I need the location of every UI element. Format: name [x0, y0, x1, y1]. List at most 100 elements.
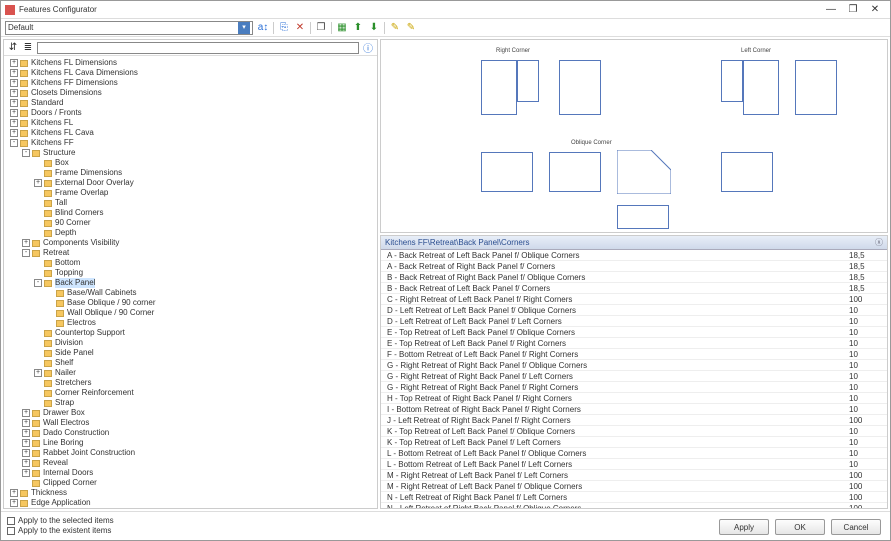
grid-row[interactable]: N - Left Retreat of Right Back Panel f/ …	[381, 503, 887, 508]
grid-row[interactable]: J - Left Retreat of Right Back Panel f/ …	[381, 415, 887, 426]
tree-node[interactable]: Base/Wall Cabinets	[8, 288, 373, 298]
tree-view-icon[interactable]: ⇵	[7, 42, 19, 54]
toolbar-icon-6[interactable]: ⬇	[368, 22, 380, 34]
toolbar-icon-5[interactable]: ⬆	[352, 22, 364, 34]
toolbar-icon-8[interactable]: ✎	[405, 22, 417, 34]
tree-node[interactable]: +Wall Electros	[8, 418, 373, 428]
expand-icon[interactable]: +	[22, 429, 30, 437]
grid-row-value[interactable]: 100	[845, 471, 887, 480]
grid-row[interactable]: D - Left Retreat of Left Back Panel f/ O…	[381, 305, 887, 316]
tree-node[interactable]: +Dado Construction	[8, 428, 373, 438]
tree-node[interactable]: +External Door Overlay	[8, 178, 373, 188]
tree-node[interactable]: +Kitchens FL Cava Dimensions	[8, 68, 373, 78]
grid-row-value[interactable]: 10	[845, 449, 887, 458]
grid-row-value[interactable]: 10	[845, 350, 887, 359]
grid-row-value[interactable]: 18,5	[845, 273, 887, 282]
grid-row[interactable]: K - Top Retreat of Left Back Panel f/ Le…	[381, 437, 887, 448]
tree-node[interactable]: +Kitchens FL Dimensions	[8, 58, 373, 68]
tree-node[interactable]: +Doors / Fronts	[8, 108, 373, 118]
tree-node[interactable]: Frame Overlap	[8, 188, 373, 198]
tree-node[interactable]: +Kitchens FF Dimensions	[8, 78, 373, 88]
grid-row[interactable]: G - Right Retreat of Right Back Panel f/…	[381, 382, 887, 393]
expand-icon[interactable]: +	[10, 489, 18, 497]
tree-node[interactable]: +Closets Dimensions	[8, 88, 373, 98]
expand-icon[interactable]: +	[22, 449, 30, 457]
expand-icon[interactable]: +	[10, 79, 18, 87]
tree-node[interactable]: Division	[8, 338, 373, 348]
grid-row[interactable]: G - Right Retreat of Right Back Panel f/…	[381, 360, 887, 371]
tree-node[interactable]: Box	[8, 158, 373, 168]
toolbar-icon-2[interactable]: ✕	[294, 22, 306, 34]
tree-node[interactable]: -Structure	[8, 148, 373, 158]
info-icon[interactable]: ⓘ	[362, 42, 374, 54]
grid-row[interactable]: L - Bottom Retreat of Left Back Panel f/…	[381, 448, 887, 459]
grid-row[interactable]: B - Back Retreat of Left Back Panel f/ C…	[381, 283, 887, 294]
expand-icon[interactable]: +	[10, 89, 18, 97]
tree-node[interactable]: +Line Boring	[8, 438, 373, 448]
minimize-button[interactable]: —	[820, 2, 842, 18]
tree-node[interactable]: +Rabbet Joint Construction	[8, 448, 373, 458]
expand-icon[interactable]: +	[10, 99, 18, 107]
grid-close-icon[interactable]: ⓧ	[875, 237, 883, 248]
tree[interactable]: +Kitchens FL Dimensions+Kitchens FL Cava…	[4, 56, 377, 508]
grid-row-value[interactable]: 100	[845, 504, 887, 509]
search-input[interactable]	[37, 42, 359, 54]
tree-node[interactable]: +Thickness	[8, 488, 373, 498]
tree-node[interactable]: Corner Reinforcement	[8, 388, 373, 398]
tree-node[interactable]: Stretchers	[8, 378, 373, 388]
tree-node[interactable]: Countertop Support	[8, 328, 373, 338]
expand-icon[interactable]: +	[22, 459, 30, 467]
grid-row[interactable]: E - Top Retreat of Left Back Panel f/ Ob…	[381, 327, 887, 338]
toolbar-icon-7[interactable]: ✎	[389, 22, 401, 34]
collapse-icon[interactable]: -	[10, 139, 18, 147]
grid-row-value[interactable]: 10	[845, 372, 887, 381]
tree-node[interactable]: -Retreat	[8, 248, 373, 258]
tree-node[interactable]: Blind Corners	[8, 208, 373, 218]
grid-row-value[interactable]: 10	[845, 306, 887, 315]
tree-node[interactable]: Topping	[8, 268, 373, 278]
tree-node[interactable]: +Reveal	[8, 458, 373, 468]
grid-row-value[interactable]: 18,5	[845, 262, 887, 271]
grid-row-value[interactable]: 10	[845, 339, 887, 348]
tree-node[interactable]: +Nailer	[8, 368, 373, 378]
grid-row[interactable]: E - Top Retreat of Left Back Panel f/ Ri…	[381, 338, 887, 349]
grid-row[interactable]: A - Back Retreat of Left Back Panel f/ O…	[381, 250, 887, 261]
tree-node[interactable]: -Kitchens FF	[8, 138, 373, 148]
expand-icon[interactable]: +	[22, 409, 30, 417]
tree-node[interactable]: Frame Dimensions	[8, 168, 373, 178]
tree-node[interactable]: +Edge Application	[8, 498, 373, 508]
expand-icon[interactable]: +	[22, 439, 30, 447]
grid-row[interactable]: I - Bottom Retreat of Right Back Panel f…	[381, 404, 887, 415]
ok-button[interactable]: OK	[775, 519, 825, 535]
tree-node[interactable]: Bottom	[8, 258, 373, 268]
tree-node[interactable]: Base Oblique / 90 corner	[8, 298, 373, 308]
grid-row[interactable]: N - Left Retreat of Right Back Panel f/ …	[381, 492, 887, 503]
tree-node[interactable]: +Kitchens FL	[8, 118, 373, 128]
tree-node[interactable]: Shelf	[8, 358, 373, 368]
tree-node[interactable]: +Kitchens FL Cava	[8, 128, 373, 138]
cancel-button[interactable]: Cancel	[831, 519, 881, 535]
grid-row[interactable]: M - Right Retreat of Left Back Panel f/ …	[381, 481, 887, 492]
grid-body[interactable]: A - Back Retreat of Left Back Panel f/ O…	[381, 250, 887, 508]
tree-node[interactable]: +Drawer Box	[8, 408, 373, 418]
grid-row-value[interactable]: 10	[845, 383, 887, 392]
grid-row[interactable]: K - Top Retreat of Left Back Panel f/ Ob…	[381, 426, 887, 437]
apply-button[interactable]: Apply	[719, 519, 769, 535]
grid-row-value[interactable]: 10	[845, 328, 887, 337]
maximize-button[interactable]: ❐	[842, 2, 864, 18]
tree-node[interactable]: +Standard	[8, 98, 373, 108]
collapse-icon[interactable]: -	[22, 149, 30, 157]
tree-node[interactable]: -Back Panel	[8, 278, 373, 288]
tree-node[interactable]: Depth	[8, 228, 373, 238]
grid-row-value[interactable]: 10	[845, 427, 887, 436]
tree-node[interactable]: Strap	[8, 398, 373, 408]
expand-icon[interactable]: +	[10, 119, 18, 127]
grid-row[interactable]: L - Bottom Retreat of Left Back Panel f/…	[381, 459, 887, 470]
expand-icon[interactable]: +	[34, 179, 42, 187]
collapse-icon[interactable]: -	[22, 249, 30, 257]
grid-row-value[interactable]: 10	[845, 361, 887, 370]
grid-row-value[interactable]: 10	[845, 394, 887, 403]
grid-row[interactable]: M - Right Retreat of Left Back Panel f/ …	[381, 470, 887, 481]
grid-row-value[interactable]: 18,5	[845, 284, 887, 293]
grid-row-value[interactable]: 100	[845, 482, 887, 491]
